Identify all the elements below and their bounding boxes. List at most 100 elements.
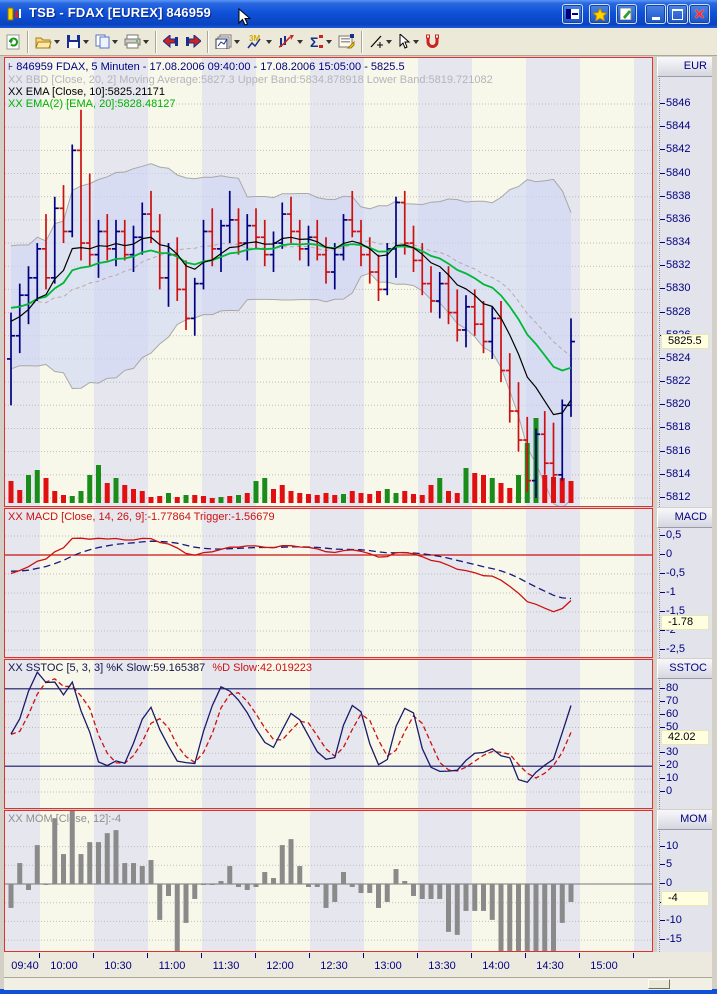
axis-tick-label: 5818 [666,421,691,434]
open-caret[interactable] [54,39,60,44]
axis-tick-label: 5820 [666,398,691,411]
line-tool-caret[interactable] [386,39,392,44]
close-button[interactable]: ✕ [689,4,710,24]
print-button[interactable] [121,29,152,55]
magnet-button[interactable] [422,29,443,55]
axis-tick-mark [660,752,665,754]
price-chart-plot[interactable] [4,57,653,507]
panel-layout-button[interactable] [562,4,583,24]
axis-tick-label: -2,5 [666,643,685,655]
copy-button[interactable] [92,29,121,55]
indicators-caret[interactable] [297,39,303,44]
axis-tick-mark [660,427,665,429]
axis-tick-mark [660,713,665,715]
axis-tick-mark [660,473,665,475]
save-caret[interactable] [83,39,89,44]
axis-tick-mark [660,687,665,689]
time-tick-mark [255,953,256,958]
axis-tick-mark [660,218,665,220]
current-value-tag: 42.02 [661,729,709,745]
line-tool-icon [370,35,383,48]
save-button[interactable] [63,29,92,55]
time-tick-mark [633,953,634,958]
line-tool-button[interactable] [366,29,395,55]
favorites-button[interactable] [589,4,610,24]
axis-tick-label: 5846 [666,97,691,109]
horizontal-scrollbar[interactable] [4,977,712,990]
axis-tick-mark [660,149,665,151]
maximize-button[interactable] [667,4,688,24]
axis-tick-label: 5842 [666,143,691,156]
scrollbar-thumb[interactable] [648,979,670,989]
axis-tick-label: 5836 [666,212,691,225]
save-icon [67,35,80,48]
timeframe-button[interactable]: 3M [243,29,275,55]
time-tick-label: 12:00 [266,960,294,972]
chart-type-button[interactable] [212,29,243,55]
axis-tick-label: 5822 [666,375,691,388]
macd-plot[interactable] [4,508,653,658]
refresh-icon [6,34,20,49]
chart-workspace: ⊦ 846959 FDAX, 5 Minuten - 17.08.2006 09:… [0,56,717,990]
axis-tick-label: 5834 [666,236,691,249]
time-tick-mark [525,953,526,958]
price-axis[interactable]: EUR 5846 5844 5842 5840 5838 5836 5834 5832 5830… [657,57,712,507]
sstoc-plot[interactable] [4,659,653,809]
axis-tick-label: -10 [666,914,682,927]
axis-tick-label: 0 [666,877,673,889]
scroll-chart-right-button[interactable] [182,29,204,55]
axis-tick-mark [660,450,665,452]
refresh-button[interactable] [2,29,24,55]
copy-caret[interactable] [112,39,118,44]
axis-tick-mark [660,791,665,792]
svg-text:Σ: Σ [310,34,318,49]
axis-tick-mark [660,630,665,631]
open-button[interactable] [32,29,63,55]
time-tick-label: 09:40 [11,960,39,972]
axis-tick-label: 5816 [666,444,691,457]
mom-plot[interactable] [4,810,653,952]
time-tick-label: 10:30 [104,960,132,972]
print-caret[interactable] [143,39,149,44]
indicators-button[interactable] [275,29,306,55]
minimize-button[interactable] [645,4,666,24]
axis-tick-label: 5832 [666,259,691,272]
timeframe-caret[interactable] [266,39,272,44]
axis-tick-label: 5840 [666,166,691,179]
axis-tick-label: 5830 [666,282,691,295]
time-tick-label: 12:30 [320,960,348,972]
title-bar[interactable]: TSB - FDAX [EUREX] 846959 ✕ [0,0,717,28]
copy-icon [95,34,110,49]
axis-tick-label: -15 [666,933,682,946]
sstoc-axis-title: SSTOC [657,659,712,679]
axis-tick-mark [660,195,665,197]
time-tick-mark [147,953,148,958]
time-tick-label: 14:00 [482,960,510,972]
formula-caret[interactable] [326,39,332,44]
axis-tick-mark [660,535,665,536]
app-window: TSB - FDAX [EUREX] 846959 ✕ 3M Σ ⊦ 84695… [0,0,717,994]
time-axis[interactable]: 09:40 10:00 10:30 11:00 11:30 12:00 12:30 13:00… [4,952,653,977]
indicators-icon [278,34,294,48]
pointer-caret[interactable] [413,39,419,44]
properties-button[interactable] [335,29,358,55]
chart-type-caret[interactable] [234,39,240,44]
axis-tick-label: 5824 [666,351,691,364]
window-title: TSB - FDAX [EUREX] 846959 [29,5,211,20]
properties-icon [338,34,355,49]
axis-tick-label: 5812 [666,490,691,503]
toolbar-separator [155,30,157,53]
time-tick-mark [39,953,40,958]
macd-axis-title: MACD [657,508,712,528]
sstoc-axis[interactable]: SSTOC 80 70 60 50 30 20 10 0 42.02 [657,659,712,809]
toolbar-separator [207,30,209,53]
scroll-chart-left-button[interactable] [160,29,182,55]
formula-button[interactable]: Σ [306,29,335,55]
time-axis-extension [653,952,712,977]
macd-axis[interactable]: MACD 0,5 0 -0,5 -1 -1,5 -2 -2,5 -1.78 [657,508,712,658]
pointer-button[interactable] [395,29,422,55]
mom-axis[interactable]: MOM 1050-5-10-15-4 [657,810,712,952]
edit-note-button[interactable] [616,4,637,24]
axis-tick-label: 10 [666,839,679,852]
axis-tick-mark [660,288,665,290]
